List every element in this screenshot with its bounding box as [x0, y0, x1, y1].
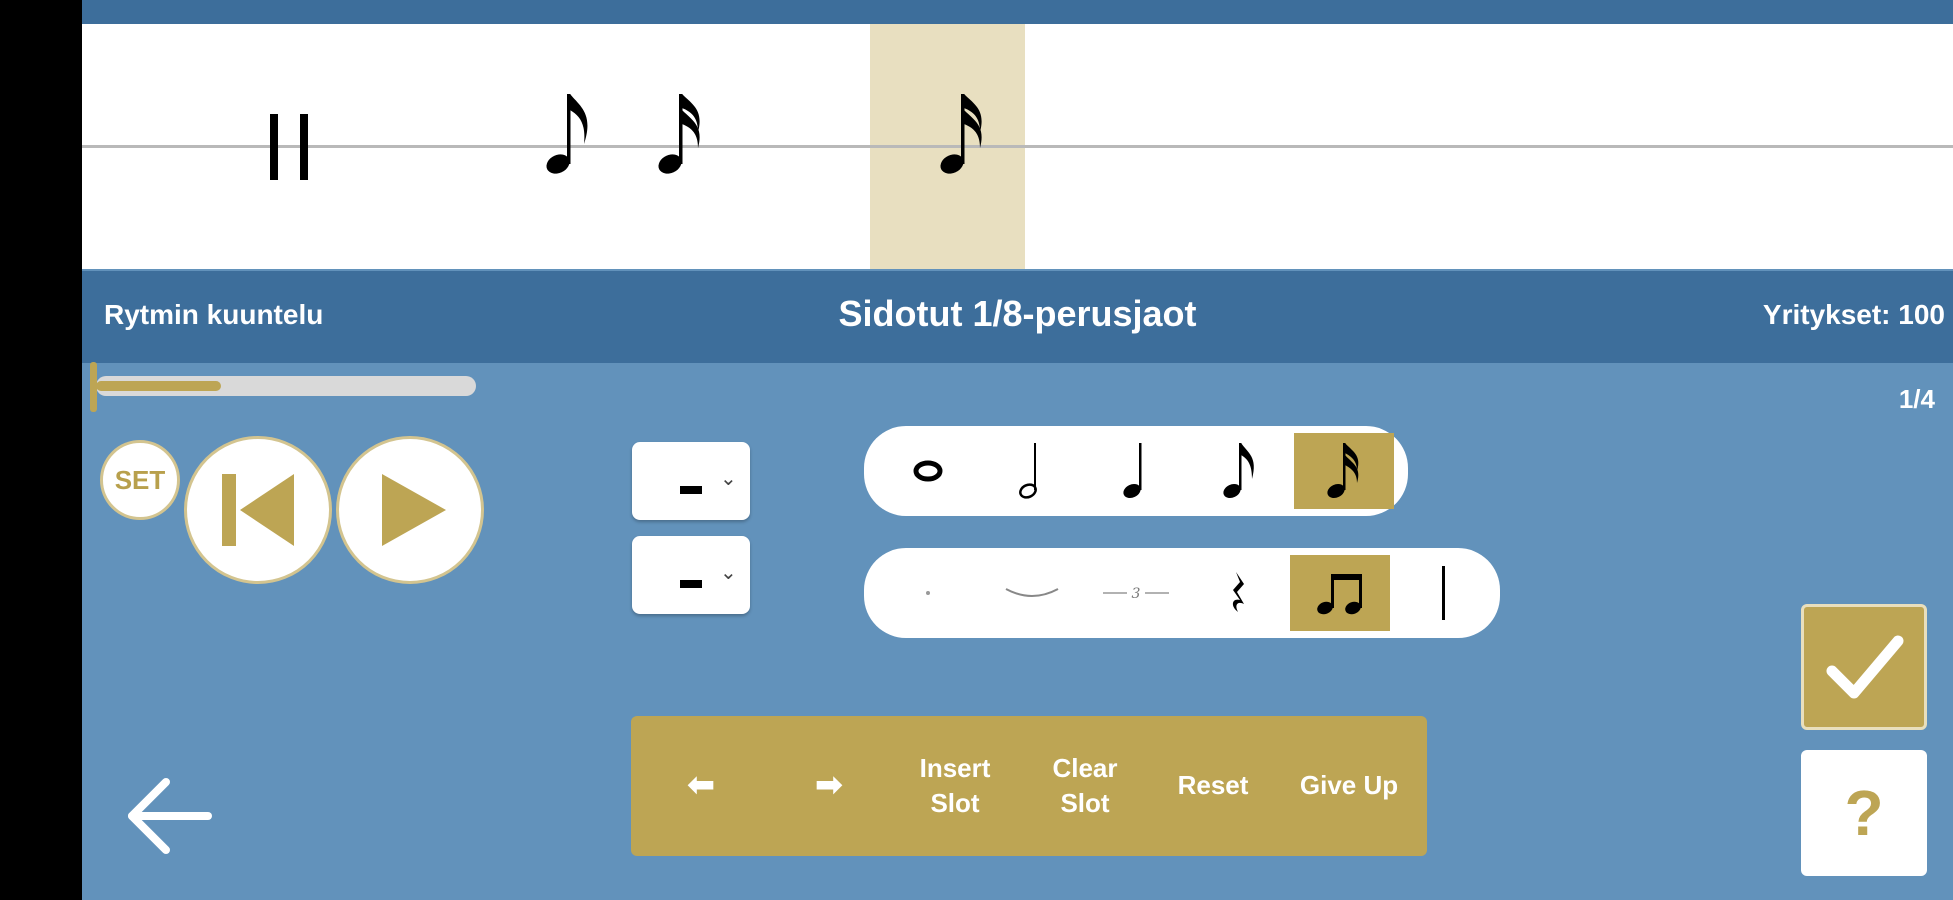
modifier-selector: 3 — [864, 548, 1500, 638]
top-bar — [82, 0, 1953, 24]
play-icon — [382, 474, 446, 546]
bar-line-symbol-2 — [300, 114, 308, 180]
whole-note-icon — [913, 460, 943, 482]
dot-option[interactable] — [878, 555, 978, 631]
set-button-label: SET — [114, 464, 166, 495]
tie-icon — [1005, 588, 1059, 597]
bar-line-icon — [1442, 566, 1445, 620]
reset-button[interactable]: Reset — [1143, 716, 1283, 856]
info-bar: Rytmin kuuntelu Sidotut 1/8-perusjaot Yr… — [82, 271, 1953, 363]
play-button[interactable] — [336, 436, 484, 584]
bar-line-symbol — [270, 114, 278, 180]
chevron-down-icon: ⌄ — [720, 466, 737, 490]
bar-line-option[interactable] — [1394, 555, 1494, 631]
checkmark-icon — [1826, 635, 1904, 699]
modifier-dropdown[interactable]: ⌄ — [632, 536, 750, 614]
quarter-note-icon — [1123, 443, 1142, 499]
note-value-dropdown[interactable]: ⌄ — [632, 442, 750, 520]
note-value-selector — [864, 426, 1408, 516]
staff-line — [82, 145, 1953, 148]
half-note-icon — [1019, 443, 1037, 499]
triplet-option[interactable]: 3 — [1086, 555, 1186, 631]
rewind-button[interactable] — [184, 436, 332, 584]
question-counter: 1/4 — [1898, 384, 1935, 414]
sixteenth-note-selected-symbol[interactable] — [934, 74, 994, 184]
sixteenth-note-icon — [1327, 443, 1359, 499]
help-button[interactable]: ? — [1801, 750, 1927, 876]
insert-slot-button[interactable]: Insert Slot — [885, 716, 1025, 856]
triplet-icon: 3 — [1103, 586, 1169, 602]
quarter-note-option[interactable] — [1086, 433, 1186, 509]
tempo-slider-handle[interactable] — [90, 362, 97, 412]
tie-option[interactable] — [982, 555, 1082, 631]
clear-slot-button[interactable]: Clear Slot — [1015, 716, 1155, 856]
notation-staff[interactable] — [82, 24, 1953, 269]
eighth-note-option[interactable] — [1190, 433, 1290, 509]
back-arrow-icon[interactable] — [122, 768, 218, 864]
attempts-counter: Yritykset: 100 — [1762, 299, 1945, 330]
rest-option[interactable] — [1190, 555, 1290, 631]
move-right-button[interactable]: ➡ — [759, 716, 899, 856]
app-window: Rytmin kuuntelu Sidotut 1/8-perusjaot Yr… — [82, 0, 1953, 900]
dropdown-value-dash — [680, 486, 702, 494]
arrow-left-icon: ⬅ — [686, 765, 716, 806]
exercise-title: Sidotut 1/8-perusjaot — [838, 293, 1197, 334]
set-button[interactable]: SET — [100, 440, 180, 520]
sixteenth-note-option[interactable] — [1294, 433, 1394, 509]
check-answer-button[interactable] — [1801, 604, 1927, 730]
beamed-notes-option[interactable] — [1290, 555, 1390, 631]
give-up-button[interactable]: Give Up — [1277, 716, 1421, 856]
edit-toolbar: ⬅ ➡ Insert Slot Clear Slot Reset Give Up — [631, 716, 1427, 856]
help-button-label: ? — [1844, 777, 1884, 849]
rest-icon — [1232, 572, 1244, 612]
tempo-slider[interactable] — [96, 376, 476, 396]
dropdown-value-dash — [680, 580, 702, 588]
eighth-note-icon — [1223, 443, 1254, 499]
dot-icon — [926, 591, 930, 595]
eighth-note-symbol[interactable] — [540, 74, 600, 184]
chevron-down-icon: ⌄ — [720, 560, 737, 584]
arrow-right-icon: ➡ — [814, 765, 844, 806]
beamed-notes-icon — [1317, 574, 1362, 615]
whole-note-option[interactable] — [878, 433, 978, 509]
sixteenth-note-symbol[interactable] — [652, 74, 712, 184]
half-note-option[interactable] — [982, 433, 1082, 509]
svg-text:3: 3 — [1132, 586, 1141, 602]
skip-back-icon — [222, 474, 294, 546]
move-left-button[interactable]: ⬅ — [631, 716, 771, 856]
tempo-slider-fill — [96, 381, 222, 391]
